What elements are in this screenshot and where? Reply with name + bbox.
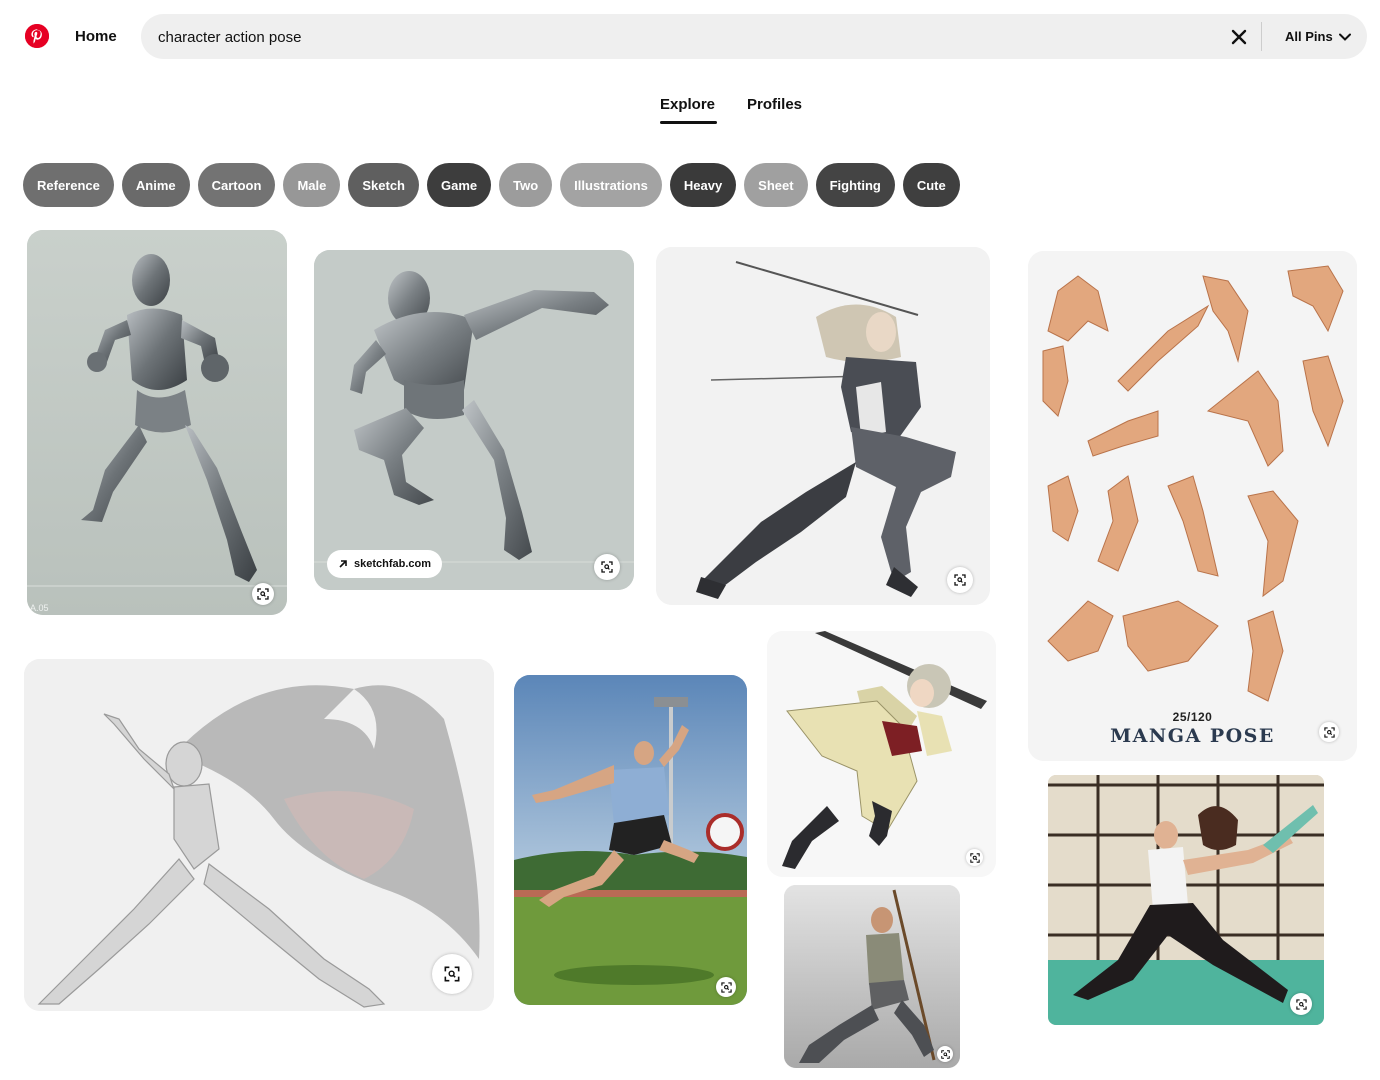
visual-search-icon[interactable] [1290,993,1312,1015]
search-bar[interactable]: All Pins [141,14,1367,61]
all-pins-dropdown[interactable]: All Pins [1274,14,1362,59]
chip-game[interactable]: Game [427,163,492,207]
source-label: sketchfab.com [354,558,432,570]
sheet-title: MANGA POSE [1110,725,1275,747]
chip-illustrations[interactable]: Illustrations [560,163,662,207]
search-divider [1261,22,1262,51]
pin-image [767,631,996,877]
close-icon[interactable] [1226,24,1252,50]
pin-image [27,230,287,615]
pin-mannequin-fist[interactable]: A.05 [27,230,287,615]
tab-profiles[interactable]: Profiles [747,95,802,119]
pin-image [1048,775,1324,1025]
chip-cute[interactable]: Cute [902,163,960,207]
pinterest-logo-icon[interactable] [25,24,49,48]
pin-soccer-kick[interactable] [514,675,747,1005]
all-pins-label: All Pins [1285,29,1333,44]
chevron-down-icon [1338,33,1351,41]
visual-search-icon[interactable] [966,849,983,866]
pin-image [514,675,747,1005]
pin-image [784,885,960,1068]
tab-explore[interactable]: Explore [660,95,715,119]
chip-sheet[interactable]: Sheet [744,163,808,207]
pin-caped-sketch[interactable] [24,659,494,1011]
visual-search-icon[interactable] [1319,722,1339,742]
pin-image [314,250,634,590]
pin-image [656,247,990,605]
chip-fighting[interactable]: Fighting [815,163,895,207]
visual-search-icon[interactable] [937,1046,953,1062]
pin-anime-warrior[interactable] [767,631,996,877]
visual-search-icon[interactable] [432,954,472,994]
visual-search-icon[interactable] [716,977,736,997]
visual-search-icon[interactable] [947,567,973,593]
pin-image [1028,251,1357,761]
chip-reference[interactable]: Reference [23,163,114,207]
sheet-counter: 25/120 [1172,710,1213,724]
pin-watermark: A.05 [30,603,49,613]
chip-male[interactable]: Male [283,163,341,207]
chip-cartoon[interactable]: Cartoon [197,163,276,207]
chip-heavy[interactable]: Heavy [669,163,737,207]
visual-search-icon[interactable] [252,583,274,605]
pin-image [24,659,494,1011]
pin-martial-arts[interactable] [1048,775,1324,1025]
active-tab-indicator [660,121,717,124]
visual-search-icon[interactable] [594,554,620,580]
pin-anime-swordswoman[interactable] [656,247,990,605]
arrow-up-right-icon [339,560,347,568]
pin-mannequin-lunge[interactable]: sketchfab.com [314,250,634,590]
pin-manga-pose-sheet[interactable]: 25/120 MANGA POSE [1028,251,1357,761]
pin-staff-fighter[interactable] [784,885,960,1068]
source-link[interactable]: sketchfab.com [327,550,443,578]
search-input[interactable] [156,14,1220,61]
home-link[interactable]: Home [62,21,130,53]
chip-sketch[interactable]: Sketch [348,163,419,207]
chip-two[interactable]: Two [499,163,553,207]
refine-chips: Reference Anime Cartoon Male Sketch Game… [23,163,960,207]
chip-anime[interactable]: Anime [121,163,190,207]
